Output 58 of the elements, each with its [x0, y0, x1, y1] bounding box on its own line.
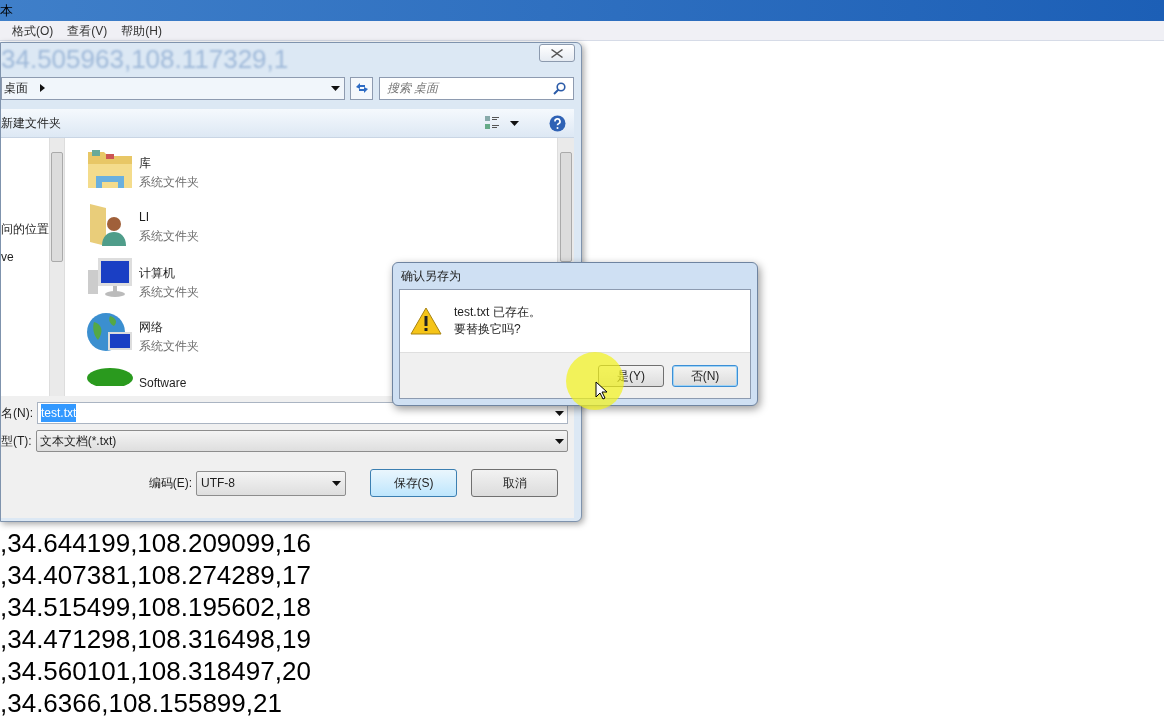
encoding-value: UTF-8	[201, 475, 235, 492]
text-line: ,34.515499,108.195602,18	[0, 591, 311, 623]
chevron-icon	[40, 84, 45, 92]
type-dropdown[interactable]: 文本文档(*.txt)	[35, 430, 568, 452]
view-menu-arrow-icon	[510, 120, 519, 126]
menu-item[interactable]: 查看(V)	[67, 21, 108, 40]
menu-item[interactable]: 格式(O)	[12, 21, 54, 40]
nav-scrollbar[interactable]	[49, 138, 65, 396]
text-line: ,34.407381,108.274289,17	[0, 559, 311, 591]
item-name[interactable]: 计算机	[139, 264, 199, 283]
dropdown-arrow-icon	[331, 85, 340, 91]
item-name[interactable]: LI	[139, 208, 199, 227]
nav-item[interactable]: 问的位置	[1, 220, 49, 238]
dialog-button[interactable]: 取消	[471, 469, 558, 497]
shrub-icon	[86, 366, 134, 386]
item-subtitle: 系统文件夹	[139, 228, 199, 245]
search-field[interactable]: 搜索 桌面	[379, 76, 574, 100]
item-subtitle: 系统文件夹	[139, 174, 199, 191]
warning-icon	[410, 307, 442, 335]
text-line: ,34.471298,108.316498,19	[0, 623, 311, 655]
message-text: 要替换它吗?	[454, 321, 522, 338]
type-value: 文本文档(*.txt)	[39, 433, 117, 450]
item-name[interactable]: 网络	[139, 318, 199, 337]
window-title: 本	[0, 1, 13, 20]
dropdown-arrow-icon	[555, 410, 564, 416]
dialog-title: 确认另存为	[401, 268, 461, 285]
new-folder-button[interactable]: 新建文件夹	[1, 114, 61, 132]
refresh-icon	[354, 82, 369, 94]
view-icon[interactable]	[484, 115, 500, 131]
pointer-icon	[595, 381, 607, 401]
item-name[interactable]: 库	[139, 154, 199, 173]
help-icon[interactable]	[549, 114, 566, 132]
address-bar[interactable]: 桌面	[1, 76, 345, 100]
filename-value: test.txt	[41, 404, 77, 422]
close-button[interactable]	[539, 44, 575, 62]
breadcrumb[interactable]: 桌面	[4, 79, 28, 97]
encoding-dropdown[interactable]: UTF-8	[196, 470, 346, 496]
item-name[interactable]: Software	[139, 374, 187, 393]
type-label: 型(T):	[1, 433, 32, 450]
computer-icon	[86, 256, 134, 300]
encoding-label: 编码(E):	[148, 475, 192, 492]
filename-label: 名(N):	[1, 405, 33, 422]
refresh-button[interactable]	[350, 76, 373, 100]
close-icon	[551, 48, 563, 58]
dropdown-arrow-icon	[555, 438, 564, 444]
text-line: ,34.6366,108.155899,21	[0, 687, 282, 719]
search-placeholder: 搜索 桌面	[387, 80, 439, 97]
dialog-button[interactable]: 否(N)	[672, 364, 738, 387]
item-subtitle: 系统文件夹	[139, 284, 199, 301]
message-text: test.txt 已存在。	[454, 304, 541, 321]
nav-item[interactable]: ve	[1, 248, 49, 266]
search-icon	[553, 81, 566, 95]
item-subtitle: 系统文件夹	[139, 338, 199, 355]
dialog-button[interactable]: 保存(S)	[370, 469, 457, 497]
dropdown-arrow-icon	[332, 480, 341, 486]
menu-item[interactable]: 帮助(H)	[121, 21, 162, 40]
text-line: ,34.644199,108.209099,16	[0, 527, 311, 559]
text-line: ,34.560101,108.318497,20	[0, 655, 311, 687]
